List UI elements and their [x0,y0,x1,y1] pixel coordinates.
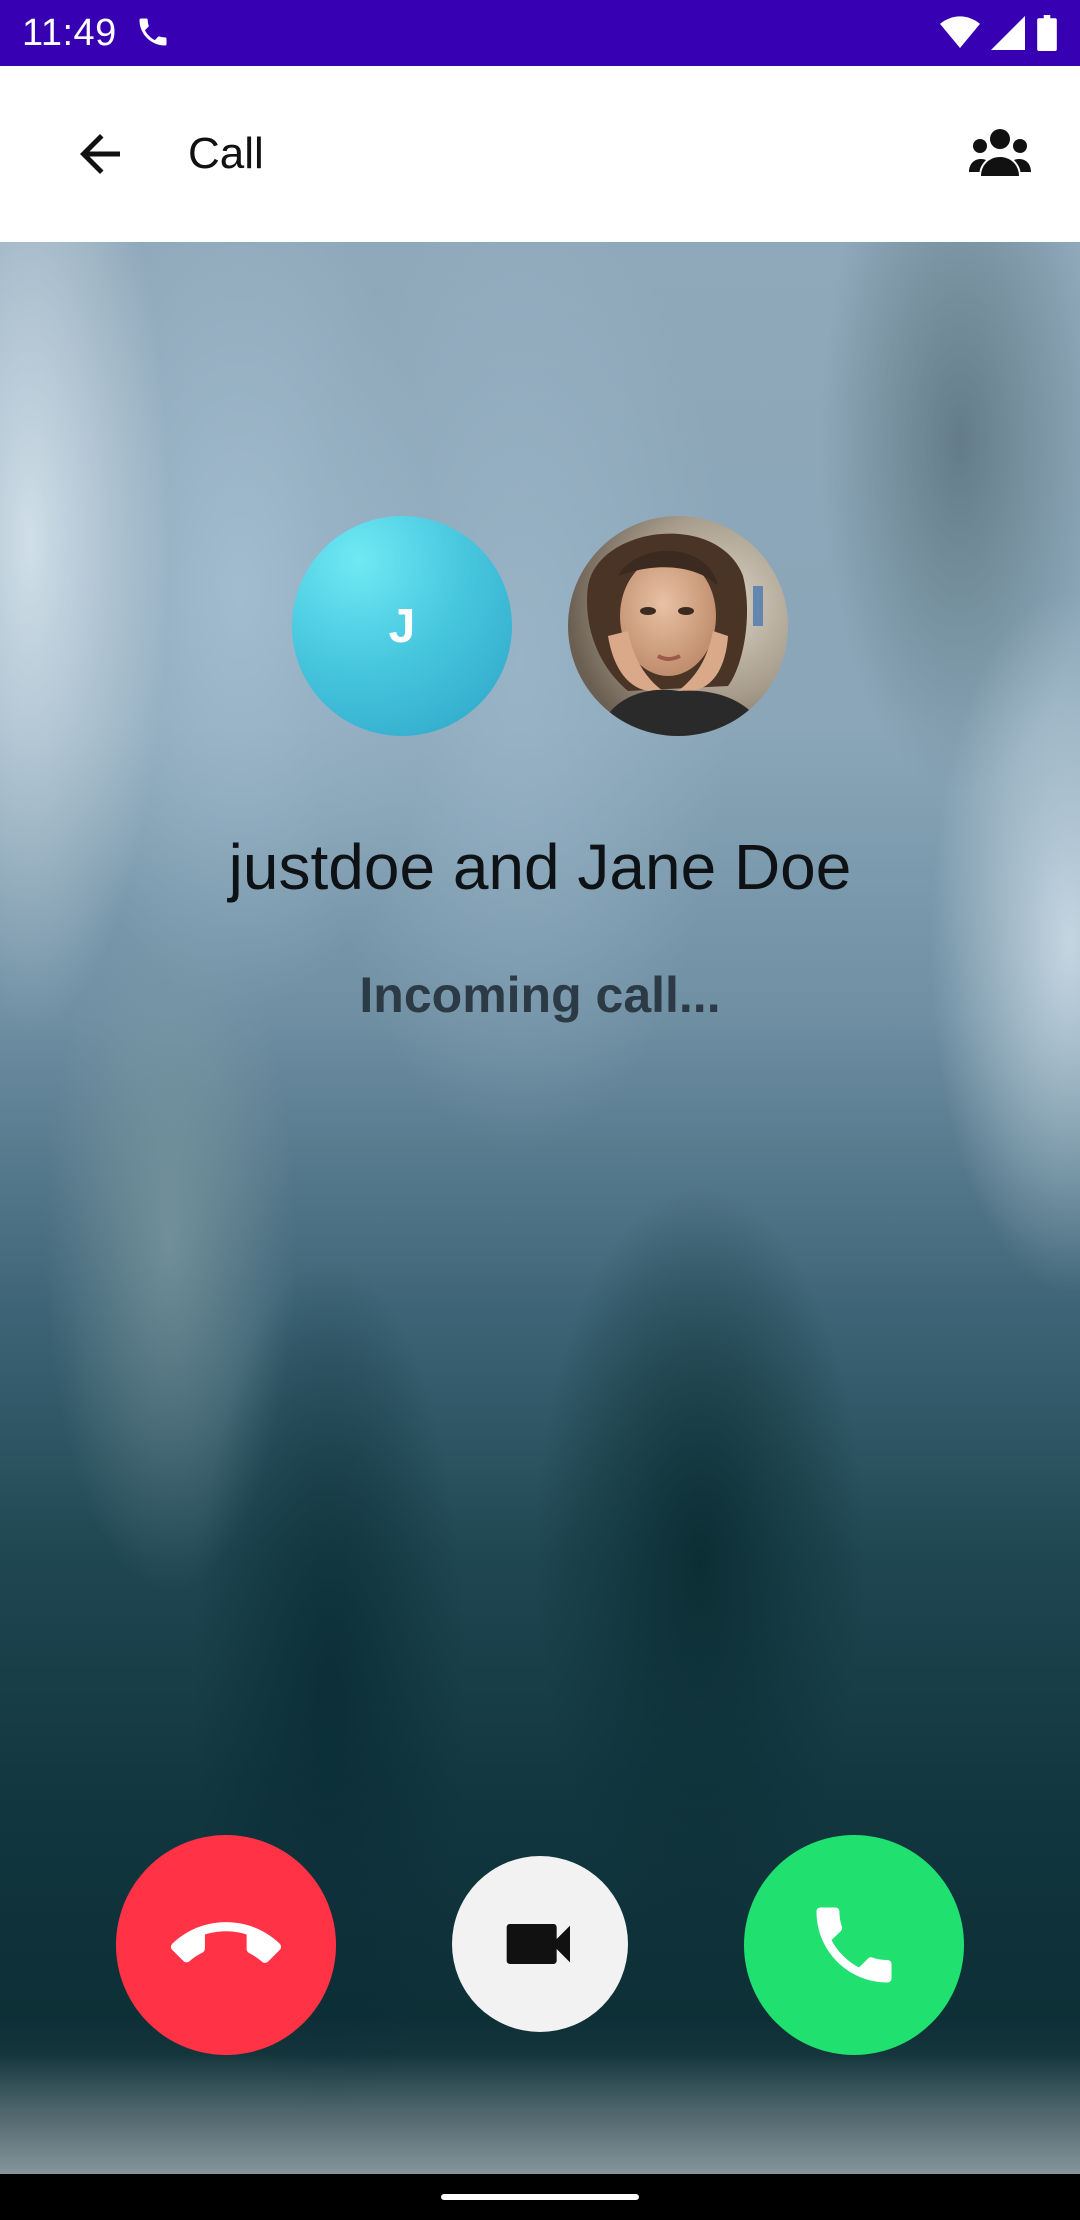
status-time: 11:49 [22,11,117,54]
call-end-icon [171,1922,281,1963]
participants-button[interactable] [950,104,1050,204]
video-call-button[interactable] [452,1856,628,2032]
call-screen: 11:49 Call J justdoe and Jane Doe Incomi… [0,0,1080,2220]
back-button[interactable] [50,104,150,204]
status-icons [940,15,1058,51]
phone-icon [816,1907,892,1983]
videocam-icon [506,1924,570,1964]
app-bar: Call [0,66,1080,242]
call-status: Incoming call... [359,967,721,1023]
group-icon [969,129,1031,176]
phone-call-icon [135,14,173,52]
caller-names: justdoe and Jane Doe [228,831,852,903]
wifi-icon [940,16,980,50]
avatar-justdoe: J [292,516,512,736]
signal-icon [990,16,1026,50]
home-indicator[interactable] [441,2194,639,2200]
page-title: Call [188,129,264,178]
decline-call-button[interactable] [116,1835,336,2055]
background-vignette [0,2054,1080,2174]
avatar-jane-doe [568,516,788,736]
battery-icon [1036,15,1058,51]
status-bar: 11:49 [0,0,1080,66]
arrow-back-icon [80,134,120,174]
navigation-bar [0,2174,1080,2220]
avatar-initial: J [388,599,416,653]
accept-call-button[interactable] [744,1835,964,2055]
